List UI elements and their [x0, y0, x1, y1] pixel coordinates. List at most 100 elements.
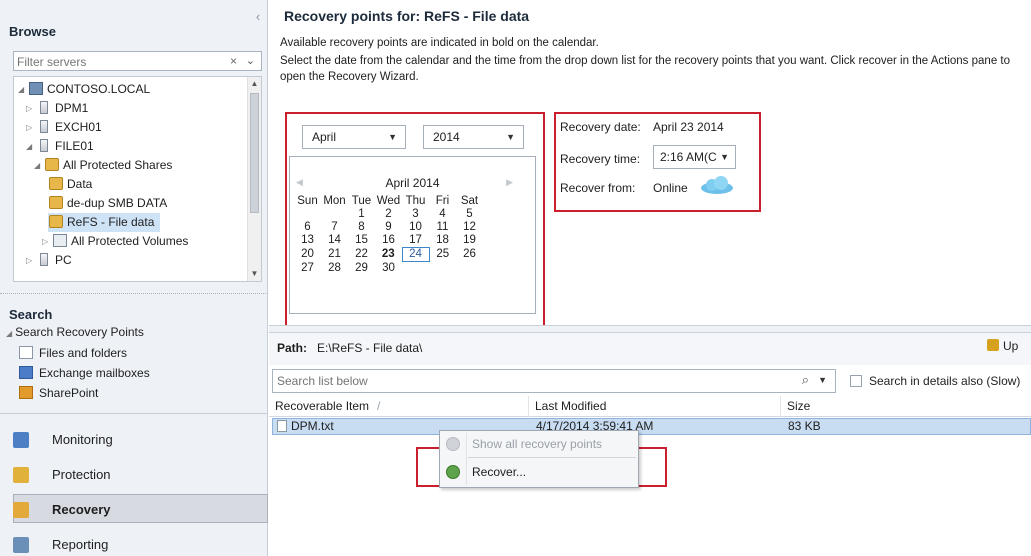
tree-scrollbar[interactable]: ▲ ▼	[247, 77, 261, 281]
calendar-day[interactable]: 5	[456, 208, 483, 221]
calendar-day[interactable]: 10	[402, 221, 429, 234]
sort-indicator-icon: /	[377, 399, 381, 413]
calendar-day[interactable]: 9	[375, 221, 402, 234]
server-icon	[40, 101, 48, 114]
tree-item-all-protected-shares[interactable]: ◢ All Protected Shares	[34, 156, 172, 175]
filter-servers-field[interactable]: × ⌄	[13, 51, 262, 71]
calendar-day[interactable]: 2	[375, 208, 402, 221]
scroll-down-arrow-icon[interactable]: ▼	[248, 267, 261, 281]
dropdown-arrow-icon[interactable]: ▼	[818, 375, 827, 385]
calendar-day[interactable]: 30	[375, 262, 402, 275]
collapsed-arrow-icon[interactable]: ▷	[42, 232, 52, 251]
scroll-up-arrow-icon[interactable]: ▲	[248, 77, 261, 91]
menu-item-recover[interactable]: Recover...	[440, 461, 638, 483]
calendar-day[interactable]: 21	[321, 248, 348, 262]
calendar-day[interactable]: 25	[429, 248, 456, 262]
calendar-day[interactable]: 27	[294, 262, 321, 275]
pane-splitter[interactable]	[0, 293, 268, 296]
tree-item-exch01[interactable]: ▷ EXCH01	[26, 118, 102, 137]
text-file-icon	[277, 420, 287, 432]
recovery-points-icon	[446, 437, 460, 451]
table-row[interactable]: DPM.txt 4/17/2014 3:59:41 AM 83 KB	[272, 418, 1031, 435]
next-month-arrow-icon[interactable]: ▶	[506, 177, 513, 188]
tree-item-all-protected-volumes[interactable]: ▷ All Protected Volumes	[42, 232, 188, 251]
search-item-sharepoint[interactable]: SharePoint	[19, 384, 98, 402]
tree-item-data[interactable]: Data	[48, 175, 92, 194]
recovery-time-select[interactable]: 2:16 AM(C ▼	[653, 145, 736, 169]
tree-item-pc[interactable]: ▷ PC	[26, 251, 72, 270]
tree-item-refs-file-data[interactable]: ReFS - File data	[48, 213, 161, 232]
calendar-empty-cell	[321, 208, 348, 221]
filter-dropdown-icon[interactable]: ⌄	[246, 54, 255, 67]
column-header-last-modified[interactable]: Last Modified	[529, 396, 781, 417]
calendar-day[interactable]: 7	[321, 221, 348, 234]
search-list-input[interactable]	[277, 374, 757, 388]
weekday-label: Mon	[323, 195, 346, 207]
collapsed-arrow-icon[interactable]: ▷	[26, 251, 36, 270]
weekday-label: Tue	[351, 195, 372, 207]
clear-filter-icon[interactable]: ×	[230, 54, 237, 68]
calendar-day[interactable]: 14	[321, 234, 348, 248]
calendar-day[interactable]: 23	[375, 248, 402, 262]
tree-item-file01[interactable]: ◢ FILE01	[26, 137, 94, 156]
dropdown-arrow-icon[interactable]: ▼	[388, 126, 397, 148]
workspace-protection[interactable]: Protection	[13, 460, 268, 489]
menu-item-show-all-recovery-points[interactable]: Show all recovery points	[440, 433, 638, 455]
scroll-thumb[interactable]	[250, 93, 259, 213]
search-recovery-points-group[interactable]: ◢ Search Recovery Points	[6, 323, 144, 341]
up-folder-icon	[987, 339, 999, 351]
section-splitter[interactable]	[269, 325, 1031, 333]
calendar-day[interactable]: 20	[294, 248, 321, 262]
calendar-day[interactable]: 24	[401, 247, 430, 262]
calendar-day[interactable]: 11	[429, 221, 456, 234]
calendar-day[interactable]: 6	[294, 221, 321, 234]
filter-servers-input[interactable]	[17, 54, 217, 69]
calendar-day[interactable]: 18	[429, 234, 456, 248]
expanded-arrow-icon[interactable]: ◢	[26, 137, 36, 156]
calendar-day[interactable]: 8	[348, 221, 375, 234]
tree-item-dpm1[interactable]: ▷ DPM1	[26, 99, 88, 118]
calendar-day[interactable]: 15	[348, 234, 375, 248]
share-icon	[49, 215, 63, 228]
search-item-files-and-folders[interactable]: Files and folders	[19, 344, 127, 362]
tree-item-contoso-local[interactable]: ◢ CONTOSO.LOCAL	[18, 80, 150, 99]
calendar-week-row: 6 7 8 9 10 11 12	[294, 221, 483, 234]
search-details-checkbox[interactable]	[850, 375, 862, 387]
dropdown-arrow-icon[interactable]: ▼	[720, 146, 729, 168]
calendar-day[interactable]: 26	[456, 248, 483, 262]
collapsed-arrow-icon[interactable]: ▷	[26, 118, 36, 137]
column-header-recoverable-item[interactable]: Recoverable Item /	[269, 396, 529, 417]
workspace-monitoring[interactable]: Monitoring	[13, 425, 268, 454]
expanded-arrow-icon[interactable]: ◢	[6, 329, 12, 338]
calendar-day[interactable]: 19	[456, 234, 483, 248]
workspace-recovery[interactable]: Recovery	[13, 494, 268, 523]
column-header-size[interactable]: Size	[781, 396, 1031, 417]
calendar-day[interactable]: 16	[375, 234, 402, 248]
up-button[interactable]: Up	[987, 339, 1018, 353]
calendar-day[interactable]: 28	[321, 262, 348, 275]
calendar-day[interactable]: 22	[348, 248, 375, 262]
expanded-arrow-icon[interactable]: ◢	[18, 80, 28, 99]
calendar-day[interactable]: 29	[348, 262, 375, 275]
cell-recoverable-item: DPM.txt	[277, 419, 334, 434]
calendar-grid: Sun Mon Tue Wed Thu Fri Sat 1 2 3 4 5 6 7 8 9 10 11 12 13 14…	[294, 195, 483, 275]
calendar-week-row: 12345	[294, 208, 483, 221]
calendar-day[interactable]: 3	[402, 208, 429, 221]
dropdown-arrow-icon[interactable]: ▼	[506, 126, 515, 148]
tree-item-de-dup-smb-data[interactable]: de-dup SMB DATA	[48, 194, 167, 213]
calendar-day[interactable]: 17	[402, 234, 429, 248]
calendar-day[interactable]: 12	[456, 221, 483, 234]
year-select[interactable]: 2014 ▼	[423, 125, 524, 149]
collapse-pane-button[interactable]: ‹	[252, 10, 264, 24]
calendar-day[interactable]: 4	[429, 208, 456, 221]
search-icon[interactable]: ⌕	[802, 372, 809, 388]
weekday-label: Sun	[297, 195, 318, 207]
collapsed-arrow-icon[interactable]: ▷	[26, 99, 36, 118]
month-select[interactable]: April ▼	[302, 125, 406, 149]
expanded-arrow-icon[interactable]: ◢	[34, 156, 44, 175]
calendar-day[interactable]: 1	[348, 208, 375, 221]
calendar-day[interactable]: 13	[294, 234, 321, 248]
search-list-field[interactable]: ⌕ ▼	[272, 369, 836, 393]
search-item-exchange-mailboxes[interactable]: Exchange mailboxes	[19, 364, 150, 382]
workspace-reporting[interactable]: Reporting	[13, 530, 268, 556]
